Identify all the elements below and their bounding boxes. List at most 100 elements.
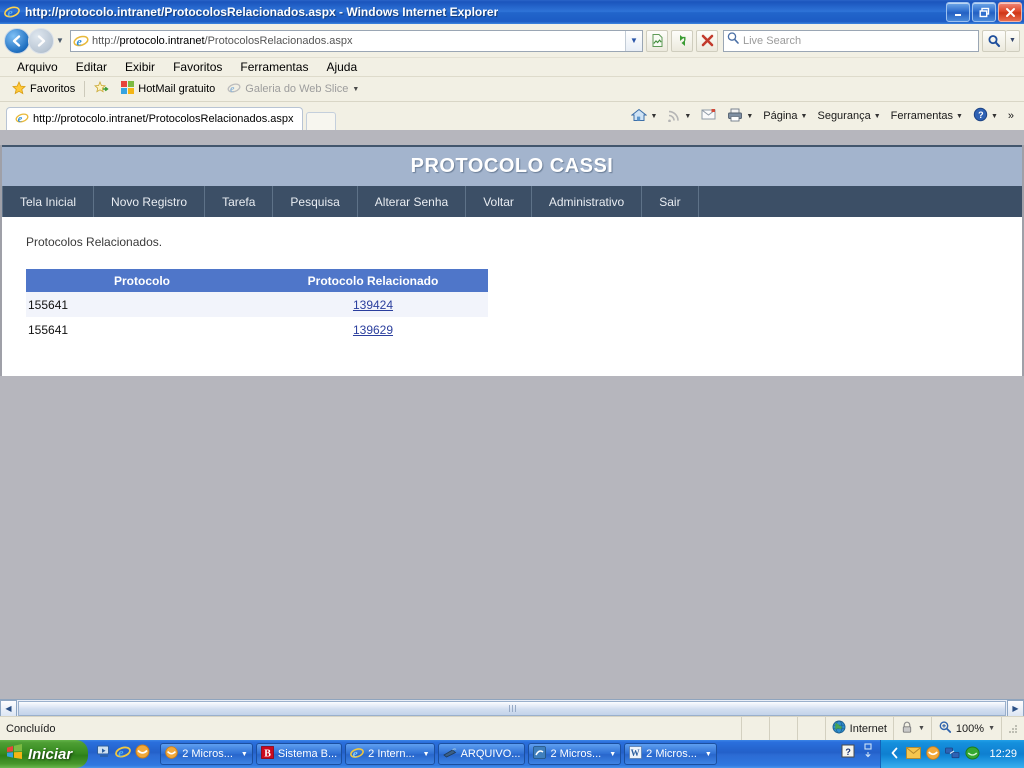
task-button[interactable]: B Sistema B... bbox=[255, 743, 343, 765]
chevron-down-icon[interactable]: ▼ bbox=[918, 725, 925, 732]
favorite-hotmail-label: HotMail gratuito bbox=[138, 83, 216, 95]
address-bar[interactable]: e http://protocolo.intranet/ProtocolosRe… bbox=[70, 29, 643, 52]
task-button-label: 2 Micros... bbox=[182, 748, 233, 760]
feeds-button[interactable]: ▼ bbox=[663, 108, 695, 125]
close-button[interactable] bbox=[998, 2, 1022, 22]
refresh-button[interactable] bbox=[671, 29, 693, 52]
command-page-button[interactable]: Página ▼ bbox=[759, 110, 811, 122]
favorites-center-button[interactable]: Favoritos bbox=[6, 80, 81, 98]
stop-button[interactable] bbox=[696, 29, 718, 52]
tray-outlook-icon[interactable] bbox=[926, 745, 941, 763]
tray-messenger-icon[interactable] bbox=[965, 746, 981, 763]
chevron-down-icon[interactable]: ▼ bbox=[352, 86, 359, 93]
task-button[interactable]: e 2 Intern... ▼ bbox=[345, 743, 435, 765]
column-header-protocolo-relacionado: Protocolo Relacionado bbox=[258, 269, 488, 292]
chevron-down-icon[interactable]: ▼ bbox=[237, 751, 248, 758]
menu-item-arquivo[interactable]: Arquivo bbox=[8, 60, 67, 74]
task-button[interactable]: ARQUIVO... bbox=[437, 743, 526, 765]
forward-button[interactable] bbox=[28, 27, 54, 54]
task-button[interactable]: W 2 Micros... ▼ bbox=[624, 743, 717, 765]
command-ferramentas-button[interactable]: Ferramentas ▼ bbox=[887, 110, 967, 122]
chevron-down-icon[interactable]: ▼ bbox=[701, 751, 712, 758]
chevron-down-icon[interactable]: ▼ bbox=[988, 725, 995, 732]
show-desktop-icon[interactable] bbox=[96, 744, 111, 764]
show-hidden-icons-button[interactable] bbox=[889, 747, 901, 762]
maximize-button[interactable] bbox=[972, 2, 996, 22]
nav-item-tarefa[interactable]: Tarefa bbox=[205, 186, 274, 217]
chevron-down-icon[interactable]: ▼ bbox=[605, 751, 616, 758]
print-button[interactable]: ▼ bbox=[723, 108, 757, 125]
favorite-hotmail[interactable]: HotMail gratuito bbox=[115, 81, 221, 97]
launch-ie-icon[interactable]: e bbox=[115, 744, 132, 765]
scroll-right-button[interactable]: ▶ bbox=[1007, 699, 1024, 717]
scrollbar-thumb[interactable] bbox=[18, 700, 1006, 716]
read-mail-button[interactable] bbox=[697, 108, 721, 124]
help-tray-icon[interactable]: ? bbox=[841, 744, 856, 764]
add-to-favorites-bar-button[interactable] bbox=[88, 80, 115, 98]
status-bar: Concluído Internet ▼ 100% ▼ bbox=[0, 716, 1024, 740]
cell-protocolo-relacionado: 139424 bbox=[258, 292, 488, 317]
back-button[interactable] bbox=[4, 27, 30, 54]
chevron-down-icon[interactable]: ▼ bbox=[419, 751, 430, 758]
horizontal-scrollbar[interactable]: ◀ ▶ bbox=[0, 699, 1024, 717]
scroll-left-button[interactable]: ◀ bbox=[0, 699, 17, 717]
menu-item-ferramentas[interactable]: Ferramentas bbox=[231, 60, 317, 74]
tray-mail-icon[interactable] bbox=[906, 746, 922, 762]
protected-mode-panel[interactable]: ▼ bbox=[892, 717, 931, 740]
zoom-level-label: 100% bbox=[955, 722, 985, 735]
search-input[interactable]: Live Search bbox=[723, 29, 979, 52]
status-panel-empty bbox=[740, 717, 769, 740]
lock-icon bbox=[900, 720, 914, 737]
compatibility-view-button[interactable] bbox=[646, 29, 668, 52]
site-navigation: Tela Inicial Novo Registro Tarefa Pesqui… bbox=[2, 186, 1022, 217]
search-go-button[interactable] bbox=[982, 29, 1006, 52]
menu-item-editar[interactable]: Editar bbox=[67, 60, 116, 74]
task-button[interactable]: 2 Micros... ▼ bbox=[160, 743, 253, 765]
menu-item-exibir[interactable]: Exibir bbox=[116, 60, 164, 74]
nav-item-sair[interactable]: Sair bbox=[642, 186, 699, 217]
protocolo-relacionado-link[interactable]: 139424 bbox=[353, 298, 393, 312]
toolbar-handle-icon[interactable] bbox=[862, 742, 874, 766]
chevron-down-icon[interactable]: ▼ bbox=[801, 113, 808, 120]
nav-item-tela-inicial[interactable]: Tela Inicial bbox=[2, 186, 95, 217]
security-zone-panel[interactable]: Internet bbox=[824, 717, 893, 740]
nav-item-alterar-senha[interactable]: Alterar Senha bbox=[358, 186, 467, 217]
nav-item-novo-registro[interactable]: Novo Registro bbox=[94, 186, 206, 217]
new-tab-button[interactable] bbox=[305, 112, 336, 130]
status-panel-empty bbox=[768, 717, 797, 740]
chevron-down-icon[interactable]: ▼ bbox=[991, 113, 998, 120]
home-button[interactable]: ▼ bbox=[627, 108, 661, 125]
recent-pages-chevron-down-icon[interactable]: ▼ bbox=[54, 36, 66, 45]
protocolo-relacionado-link[interactable]: 139629 bbox=[353, 323, 393, 337]
address-chevron-down-icon[interactable]: ▼ bbox=[625, 30, 642, 51]
ie-small-icon: e bbox=[227, 81, 241, 98]
zoom-panel[interactable]: 100% ▼ bbox=[930, 717, 1001, 740]
task-button[interactable]: 2 Micros... ▼ bbox=[528, 743, 622, 765]
search-provider-chevron-down-icon[interactable]: ▼ bbox=[1006, 29, 1020, 52]
menu-item-favoritos[interactable]: Favoritos bbox=[164, 60, 231, 74]
minimize-button[interactable] bbox=[946, 2, 970, 22]
chevron-down-icon[interactable]: ▼ bbox=[956, 113, 963, 120]
chevron-down-icon[interactable]: ▼ bbox=[746, 113, 753, 120]
table-header: Protocolo Protocolo Relacionado bbox=[26, 269, 488, 292]
chevron-down-icon[interactable]: ▼ bbox=[874, 113, 881, 120]
svg-text:B: B bbox=[264, 748, 271, 759]
nav-item-administrativo[interactable]: Administrativo bbox=[532, 186, 643, 217]
column-header-protocolo: Protocolo bbox=[26, 269, 258, 292]
tab-favicon-icon: e bbox=[15, 111, 29, 128]
tray-network-icon[interactable] bbox=[945, 746, 960, 763]
nav-item-pesquisa[interactable]: Pesquisa bbox=[273, 186, 358, 217]
resize-grip[interactable] bbox=[1001, 717, 1024, 740]
system-clock[interactable]: 12:29 bbox=[989, 748, 1017, 760]
window-title-bar: e http://protocolo.intranet/ProtocolosRe… bbox=[0, 0, 1024, 24]
help-button[interactable]: ? ▼ bbox=[969, 107, 1002, 125]
browser-tab-active[interactable]: e http://protocolo.intranet/ProtocolosRe… bbox=[6, 107, 303, 130]
nav-item-voltar[interactable]: Voltar bbox=[466, 186, 532, 217]
favorite-web-slice-gallery[interactable]: e Galeria do Web Slice ▼ bbox=[221, 81, 365, 98]
command-seguranca-button[interactable]: Segurança ▼ bbox=[813, 110, 884, 122]
menu-item-ajuda[interactable]: Ajuda bbox=[317, 60, 366, 74]
launch-outlook-icon[interactable] bbox=[135, 744, 150, 764]
start-button[interactable]: Iniciar bbox=[0, 740, 89, 768]
chevron-down-icon[interactable]: ▼ bbox=[650, 113, 657, 120]
command-bar-overflow-button[interactable]: » bbox=[1004, 110, 1018, 122]
